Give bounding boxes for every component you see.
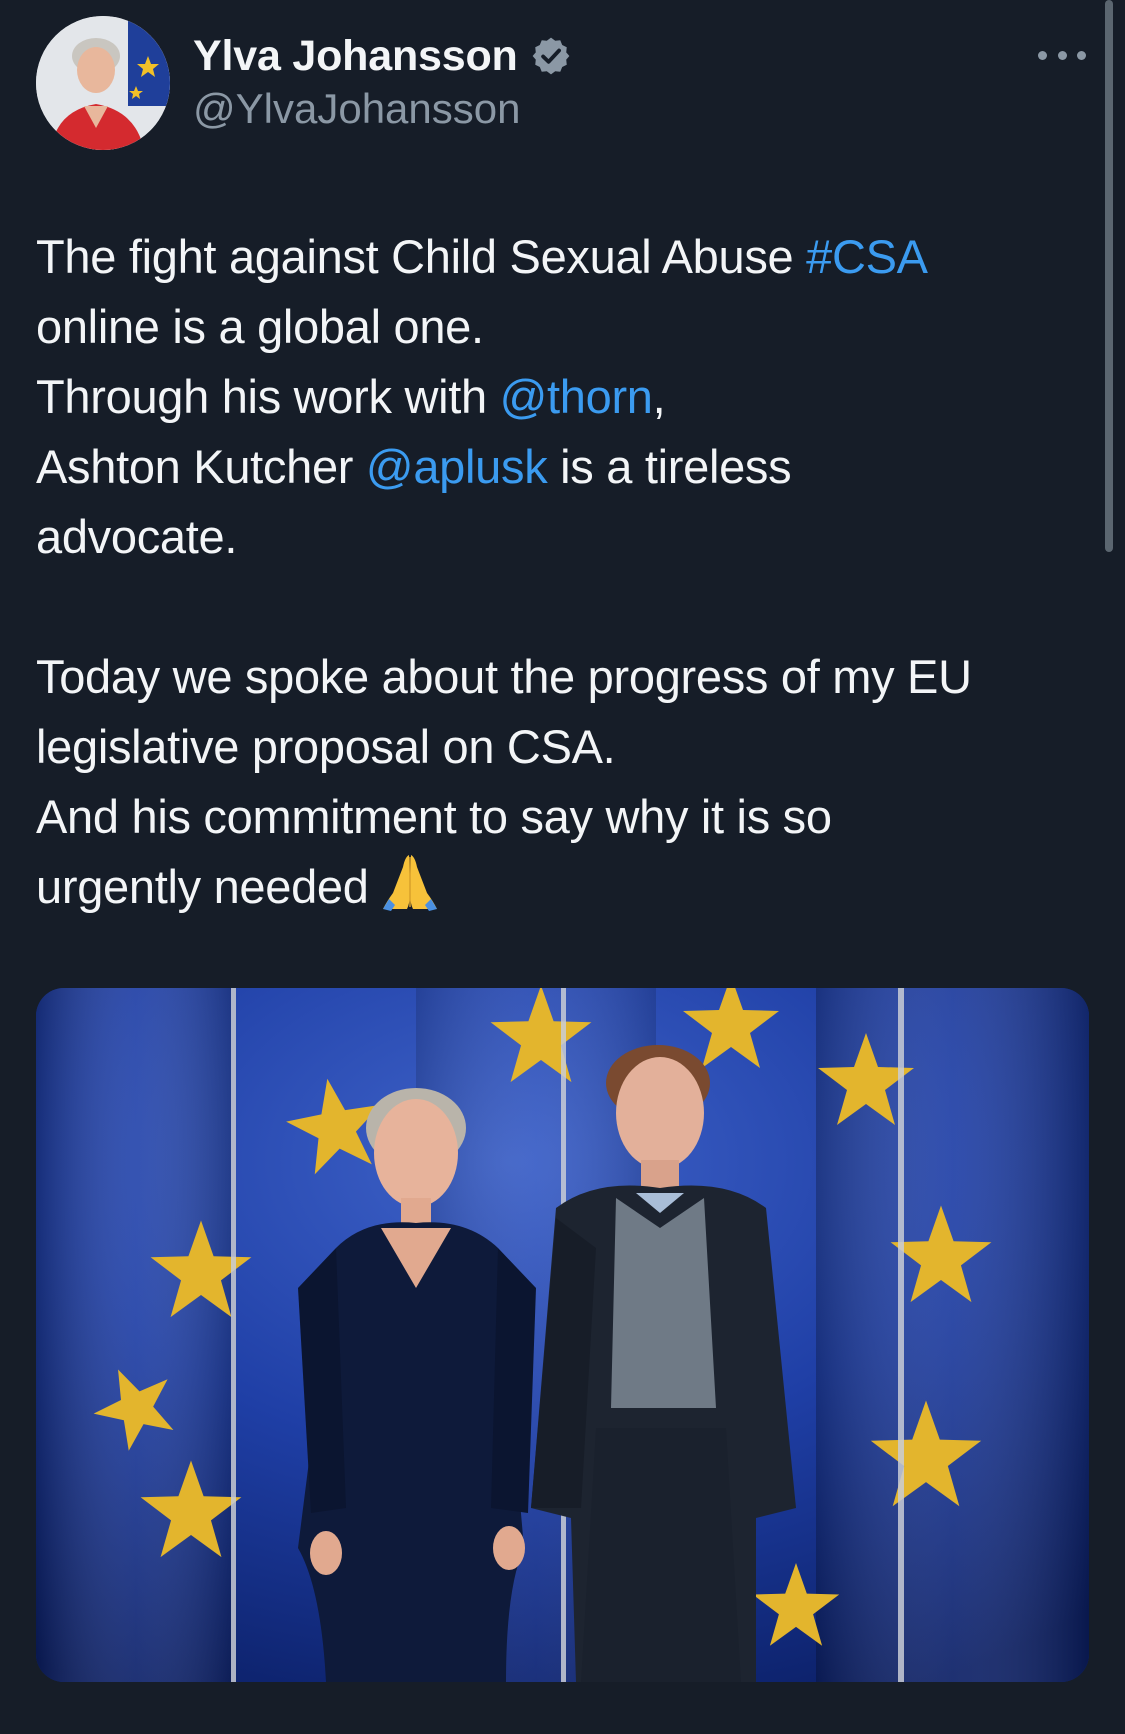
author-avatar[interactable]: [36, 16, 170, 150]
tweet-line: The fight against Child Sexual Abuse #CS…: [36, 222, 1076, 292]
tweet-text-segment: The fight against Child Sexual Abuse: [36, 230, 807, 283]
author-handle[interactable]: @YlvaJohansson: [193, 84, 521, 134]
tweet-photo[interactable]: [36, 988, 1089, 1682]
tweet-text-segment: urgently needed: [36, 860, 369, 913]
tweet-view: Ylva Johansson @YlvaJohansson The fight …: [0, 0, 1125, 1734]
mention-link-thorn[interactable]: @thorn: [500, 370, 653, 423]
tweet-line: urgently needed: [36, 852, 1076, 922]
tweet-text-segment: Ashton Kutcher: [36, 440, 366, 493]
more-dot: [1057, 50, 1067, 60]
tweet-text-segment: And his commitment to say why it is so: [36, 790, 832, 843]
more-dot: [1077, 50, 1086, 60]
tweet-text-segment: ,: [652, 370, 666, 423]
tweet-line: Today we spoke about the progress of my …: [36, 642, 1076, 712]
more-dot: [1038, 50, 1047, 60]
tweet-line: Ashton Kutcher @aplusk is a tireless: [36, 432, 1076, 502]
profile-photo-icon: [36, 16, 170, 150]
tweet-text-segment: online is a global one.: [36, 300, 484, 353]
author-name-row: Ylva Johansson: [193, 26, 572, 86]
tweet-line: And his commitment to say why it is so: [36, 782, 1076, 852]
folded-hands-icon: [382, 855, 437, 911]
photo-image: [36, 988, 1089, 1682]
tweet-text-segment: advocate.: [36, 510, 238, 563]
verified-badge-icon[interactable]: [530, 35, 572, 77]
mention-link-aplusk[interactable]: @aplusk: [366, 440, 548, 493]
tweet-line: legislative proposal on CSA.: [36, 712, 1076, 782]
tweet-line: Through his work with @thorn,: [36, 362, 1076, 432]
scrollbar[interactable]: [1105, 0, 1113, 552]
tweet-text-segment: is a tireless: [547, 440, 792, 493]
hashtag-link-csa[interactable]: #CSA: [806, 230, 928, 283]
more-options-icon[interactable]: [1038, 40, 1086, 70]
tweet-line: advocate.: [36, 502, 1076, 572]
tweet-text: The fight against Child Sexual Abuse #CS…: [36, 222, 1076, 922]
tweet-text-segment: legislative proposal on CSA.: [36, 720, 616, 773]
tweet-text-segment: Through his work with: [36, 370, 500, 423]
tweet-text-segment: Today we spoke about the progress of my …: [36, 650, 972, 703]
tweet-line: online is a global one.: [36, 292, 1076, 362]
author-display-name[interactable]: Ylva Johansson: [193, 34, 518, 78]
